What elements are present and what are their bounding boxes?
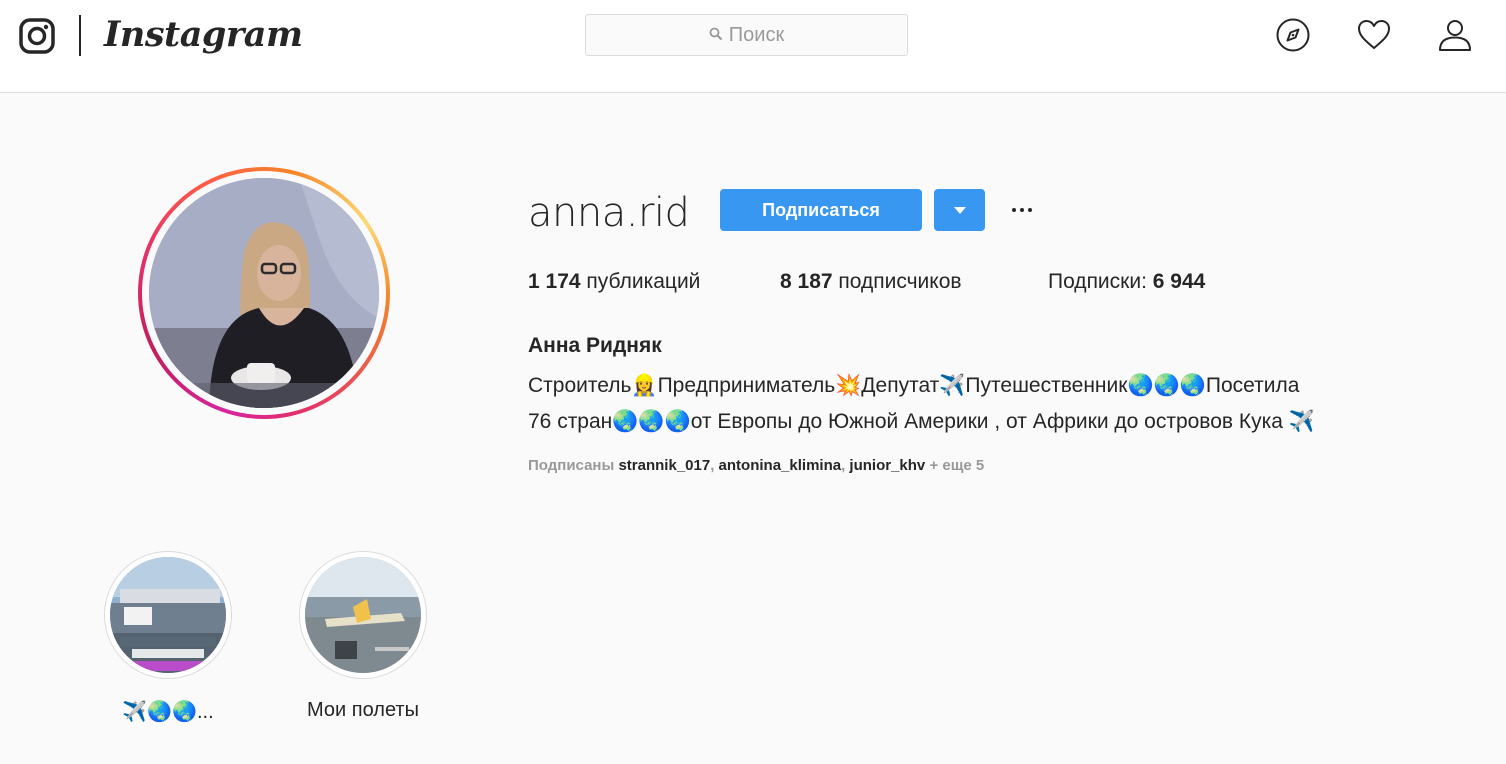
bio-line: 76 стран🌏🌏🌏от Европы до Южной Америки , …	[528, 410, 1315, 433]
story-highlight[interactable]: ✈️🌏🌏...	[104, 551, 232, 723]
bio-line: Строитель👷‍♀️Предприниматель💥Депутат✈️Пу…	[528, 374, 1300, 397]
story-highlight[interactable]: Мои полеты	[299, 551, 427, 721]
suggested-dropdown-button[interactable]	[934, 189, 985, 231]
following-count-stat[interactable]: Подписки: 6 944	[1048, 270, 1205, 294]
posts-count: 1 174	[528, 270, 581, 293]
followed-by-label: Подписаны	[528, 457, 615, 474]
search-placeholder: Поиск	[728, 23, 785, 46]
followed-by-more[interactable]: + еще 5	[929, 457, 984, 474]
user-icon[interactable]	[1437, 17, 1473, 53]
followers-count-stat[interactable]: 8 187 подписчиков	[780, 270, 962, 294]
profile-avatar-story-ring[interactable]	[138, 167, 390, 419]
highlight-cover-image	[110, 557, 226, 673]
followed-by-user[interactable]: antonina_klimina	[719, 457, 842, 474]
following-label: Подписки:	[1048, 270, 1147, 293]
instagram-glyph-icon[interactable]	[19, 18, 55, 54]
triangle-down-icon	[953, 206, 966, 214]
search-input[interactable]: Поиск	[585, 14, 908, 56]
highlight-label: Мои полеты	[307, 699, 419, 721]
compass-icon[interactable]	[1275, 17, 1311, 53]
followed-by-user[interactable]: junior_khv	[849, 457, 925, 474]
instagram-wordmark[interactable]: Instagram	[104, 13, 303, 57]
highlight-cover-image	[305, 557, 421, 673]
dot-icon	[1020, 208, 1024, 212]
followed-by-user[interactable]: strannik_017	[618, 457, 710, 474]
profile-username: anna.rid	[528, 190, 690, 236]
follow-button[interactable]: Подписаться	[720, 189, 922, 231]
logo-divider	[79, 15, 81, 56]
profile-avatar	[149, 178, 379, 408]
highlight-cover-ring	[299, 551, 427, 679]
posts-label: публикаций	[586, 270, 701, 293]
dot-icon	[1028, 208, 1032, 212]
following-count: 6 944	[1152, 270, 1206, 293]
highlight-label: ✈️🌏🌏...	[122, 701, 214, 723]
profile-bio: Строитель👷‍♀️Предприниматель💥Депутат✈️Пу…	[528, 368, 1458, 440]
followers-count: 8 187	[780, 270, 833, 293]
followed-by[interactable]: Подписаны strannik_017, antonina_klimina…	[528, 457, 984, 474]
top-nav-bar: Instagram Поиск	[0, 0, 1506, 93]
dot-icon	[1012, 208, 1016, 212]
search-icon	[709, 24, 723, 47]
heart-icon[interactable]	[1356, 17, 1392, 53]
more-options-button[interactable]	[1008, 200, 1036, 220]
highlight-cover-ring	[104, 551, 232, 679]
followers-label: подписчиков	[838, 270, 962, 293]
posts-count-stat: 1 174 публикаций	[528, 270, 700, 294]
profile-full-name: Анна Ридняк	[528, 334, 662, 357]
